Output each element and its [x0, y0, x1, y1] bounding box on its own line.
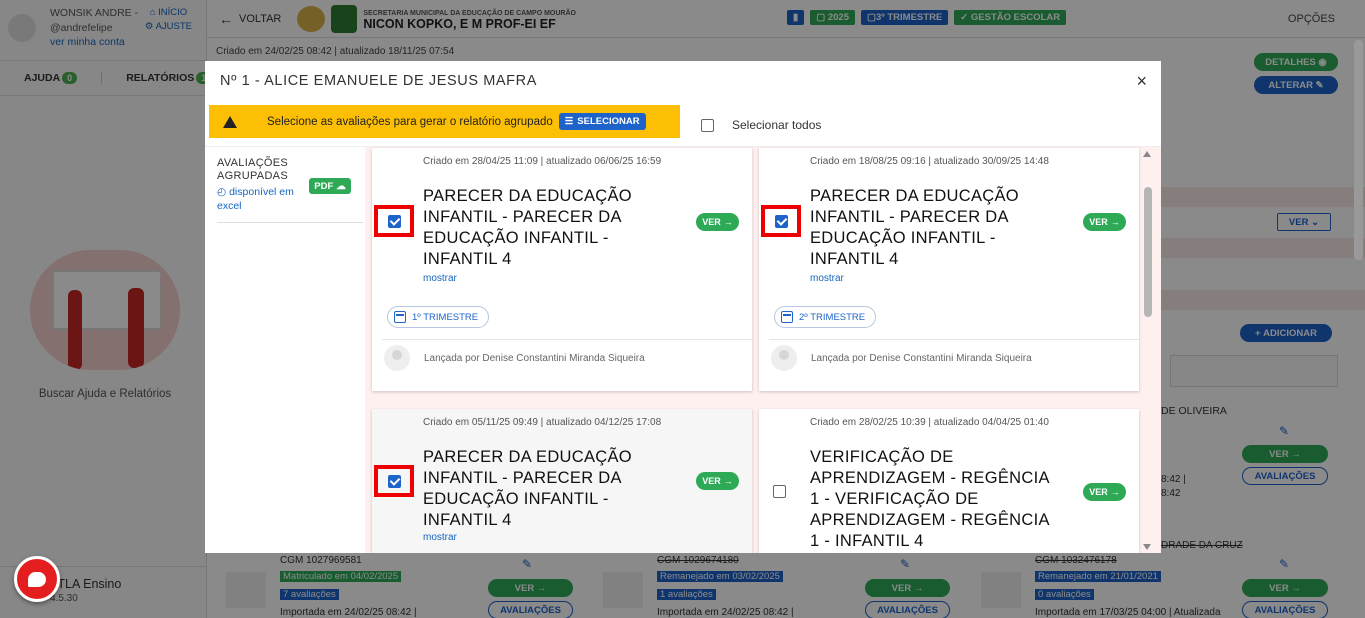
select-button[interactable]: ☰ SELECIONAR — [558, 113, 646, 130]
author-line: Lançada por Denise Constantini Miranda S… — [384, 345, 645, 371]
clock-icon: ◴ — [217, 186, 227, 198]
evaluation-card: Criado em 18/08/25 09:16 | atualizado 30… — [759, 148, 1139, 391]
card-title: PARECER DA EDUCAÇÃO INFANTIL - PARECER D… — [423, 187, 632, 268]
calendar-icon — [781, 311, 793, 323]
author-line: Lançada por Denise Constantini Miranda S… — [771, 345, 1032, 371]
card-title: VERIFICAÇÃO DE APRENDIZAGEM - REGÊNCIA 1… — [810, 448, 1049, 550]
close-button[interactable]: × — [1136, 72, 1147, 90]
scroll-thumb[interactable] — [1144, 187, 1152, 317]
arrow-right-icon: → — [1110, 487, 1120, 497]
evaluation-card: Criado em 28/04/25 11:09 | atualizado 06… — [372, 148, 752, 391]
evaluation-card: Criado em 28/02/25 10:39 | atualizado 04… — [759, 409, 1139, 553]
cloud-download-icon: ☁ — [336, 180, 346, 192]
warning-banner: Selecione as avaliações para gerar o rel… — [209, 105, 680, 138]
ver-button[interactable]: VER → — [1083, 213, 1126, 231]
checkbox-highlight — [374, 465, 414, 497]
ver-label: VER — [1089, 217, 1108, 227]
show-more-link[interactable]: mostrar — [423, 273, 457, 284]
card-checkbox[interactable] — [387, 474, 401, 488]
show-more-link[interactable]: mostrar — [810, 273, 844, 284]
divider — [382, 339, 752, 340]
ver-label: VER — [1089, 487, 1108, 497]
avatar — [384, 345, 410, 371]
evaluations-modal: Nº 1 - ALICE EMANUELE DE JESUS MAFRA × S… — [205, 61, 1161, 553]
pdf-label: PDF — [314, 180, 334, 192]
card-meta: Criado em 18/08/25 09:16 | atualizado 30… — [810, 156, 1049, 167]
term-chip: 1º TRIMESTRE — [387, 306, 490, 328]
grouped-title: AVALIAÇÕES AGRUPADAS — [217, 157, 289, 182]
term-label: 1º TRIMESTRE — [412, 311, 479, 323]
scroll-down-icon[interactable] — [1143, 544, 1151, 550]
show-more-link[interactable]: mostrar — [423, 532, 457, 543]
term-label: 2º TRIMESTRE — [799, 311, 866, 323]
select-button-label: SELECIONAR — [577, 116, 640, 127]
select-all[interactable]: Selecionar todos — [701, 118, 821, 132]
chat-bubble-icon — [28, 571, 46, 587]
ver-button[interactable]: VER → — [1083, 483, 1126, 501]
pdf-button[interactable]: PDF ☁ — [309, 178, 351, 194]
card-meta: Criado em 28/02/25 10:39 | atualizado 04… — [810, 417, 1049, 428]
card-meta: Criado em 28/04/25 11:09 | atualizado 06… — [423, 156, 662, 167]
author-text: Lançada por Denise Constantini Miranda S… — [424, 352, 645, 364]
divider — [217, 222, 363, 223]
select-all-label: Selecionar todos — [732, 118, 822, 132]
divider — [769, 339, 1139, 340]
card-title: PARECER DA EDUCAÇÃO INFANTIL - PARECER D… — [423, 448, 632, 529]
arrow-right-icon: → — [1110, 217, 1120, 227]
list-icon: ☰ — [564, 116, 574, 127]
page-scrollbar[interactable] — [1354, 40, 1363, 260]
arrow-right-icon: → — [723, 476, 733, 486]
ver-label: VER — [702, 476, 721, 486]
term-chip: 2º TRIMESTRE — [774, 306, 877, 328]
checkbox-highlight — [374, 205, 414, 237]
chat-button[interactable] — [14, 556, 60, 602]
card-checkbox[interactable] — [774, 214, 788, 228]
select-all-checkbox[interactable] — [701, 118, 714, 132]
card-checkbox[interactable] — [773, 485, 786, 498]
ver-label: VER — [702, 217, 721, 227]
arrow-right-icon: → — [723, 217, 733, 227]
warning-icon — [223, 115, 237, 128]
author-text: Lançada por Denise Constantini Miranda S… — [811, 352, 1032, 364]
grouped-subtitle-text: disponível em excel — [217, 186, 294, 212]
card-title: PARECER DA EDUCAÇÃO INFANTIL - PARECER D… — [810, 187, 1019, 268]
modal-scrollbar[interactable] — [1143, 147, 1157, 553]
grouped-subtitle[interactable]: ◴ disponível em excel — [217, 185, 305, 213]
evaluation-card: Criado em 05/11/25 09:49 | atualizado 04… — [372, 409, 752, 553]
avatar — [771, 345, 797, 371]
calendar-icon — [394, 311, 406, 323]
modal-body: AVALIAÇÕES AGRUPADAS ◴ disponível em exc… — [205, 146, 1161, 553]
checkbox-highlight — [761, 205, 801, 237]
ver-button[interactable]: VER → — [696, 472, 739, 490]
grouped-panel: AVALIAÇÕES AGRUPADAS ◴ disponível em exc… — [205, 147, 365, 553]
ver-button[interactable]: VER → — [696, 213, 739, 231]
warning-text: Selecione as avaliações para gerar o rel… — [267, 115, 553, 128]
scroll-up-icon[interactable] — [1143, 151, 1151, 157]
modal-title: Nº 1 - ALICE EMANUELE DE JESUS MAFRA — [220, 73, 537, 89]
card-checkbox[interactable] — [387, 214, 401, 228]
card-meta: Criado em 05/11/25 09:49 | atualizado 04… — [423, 417, 662, 428]
